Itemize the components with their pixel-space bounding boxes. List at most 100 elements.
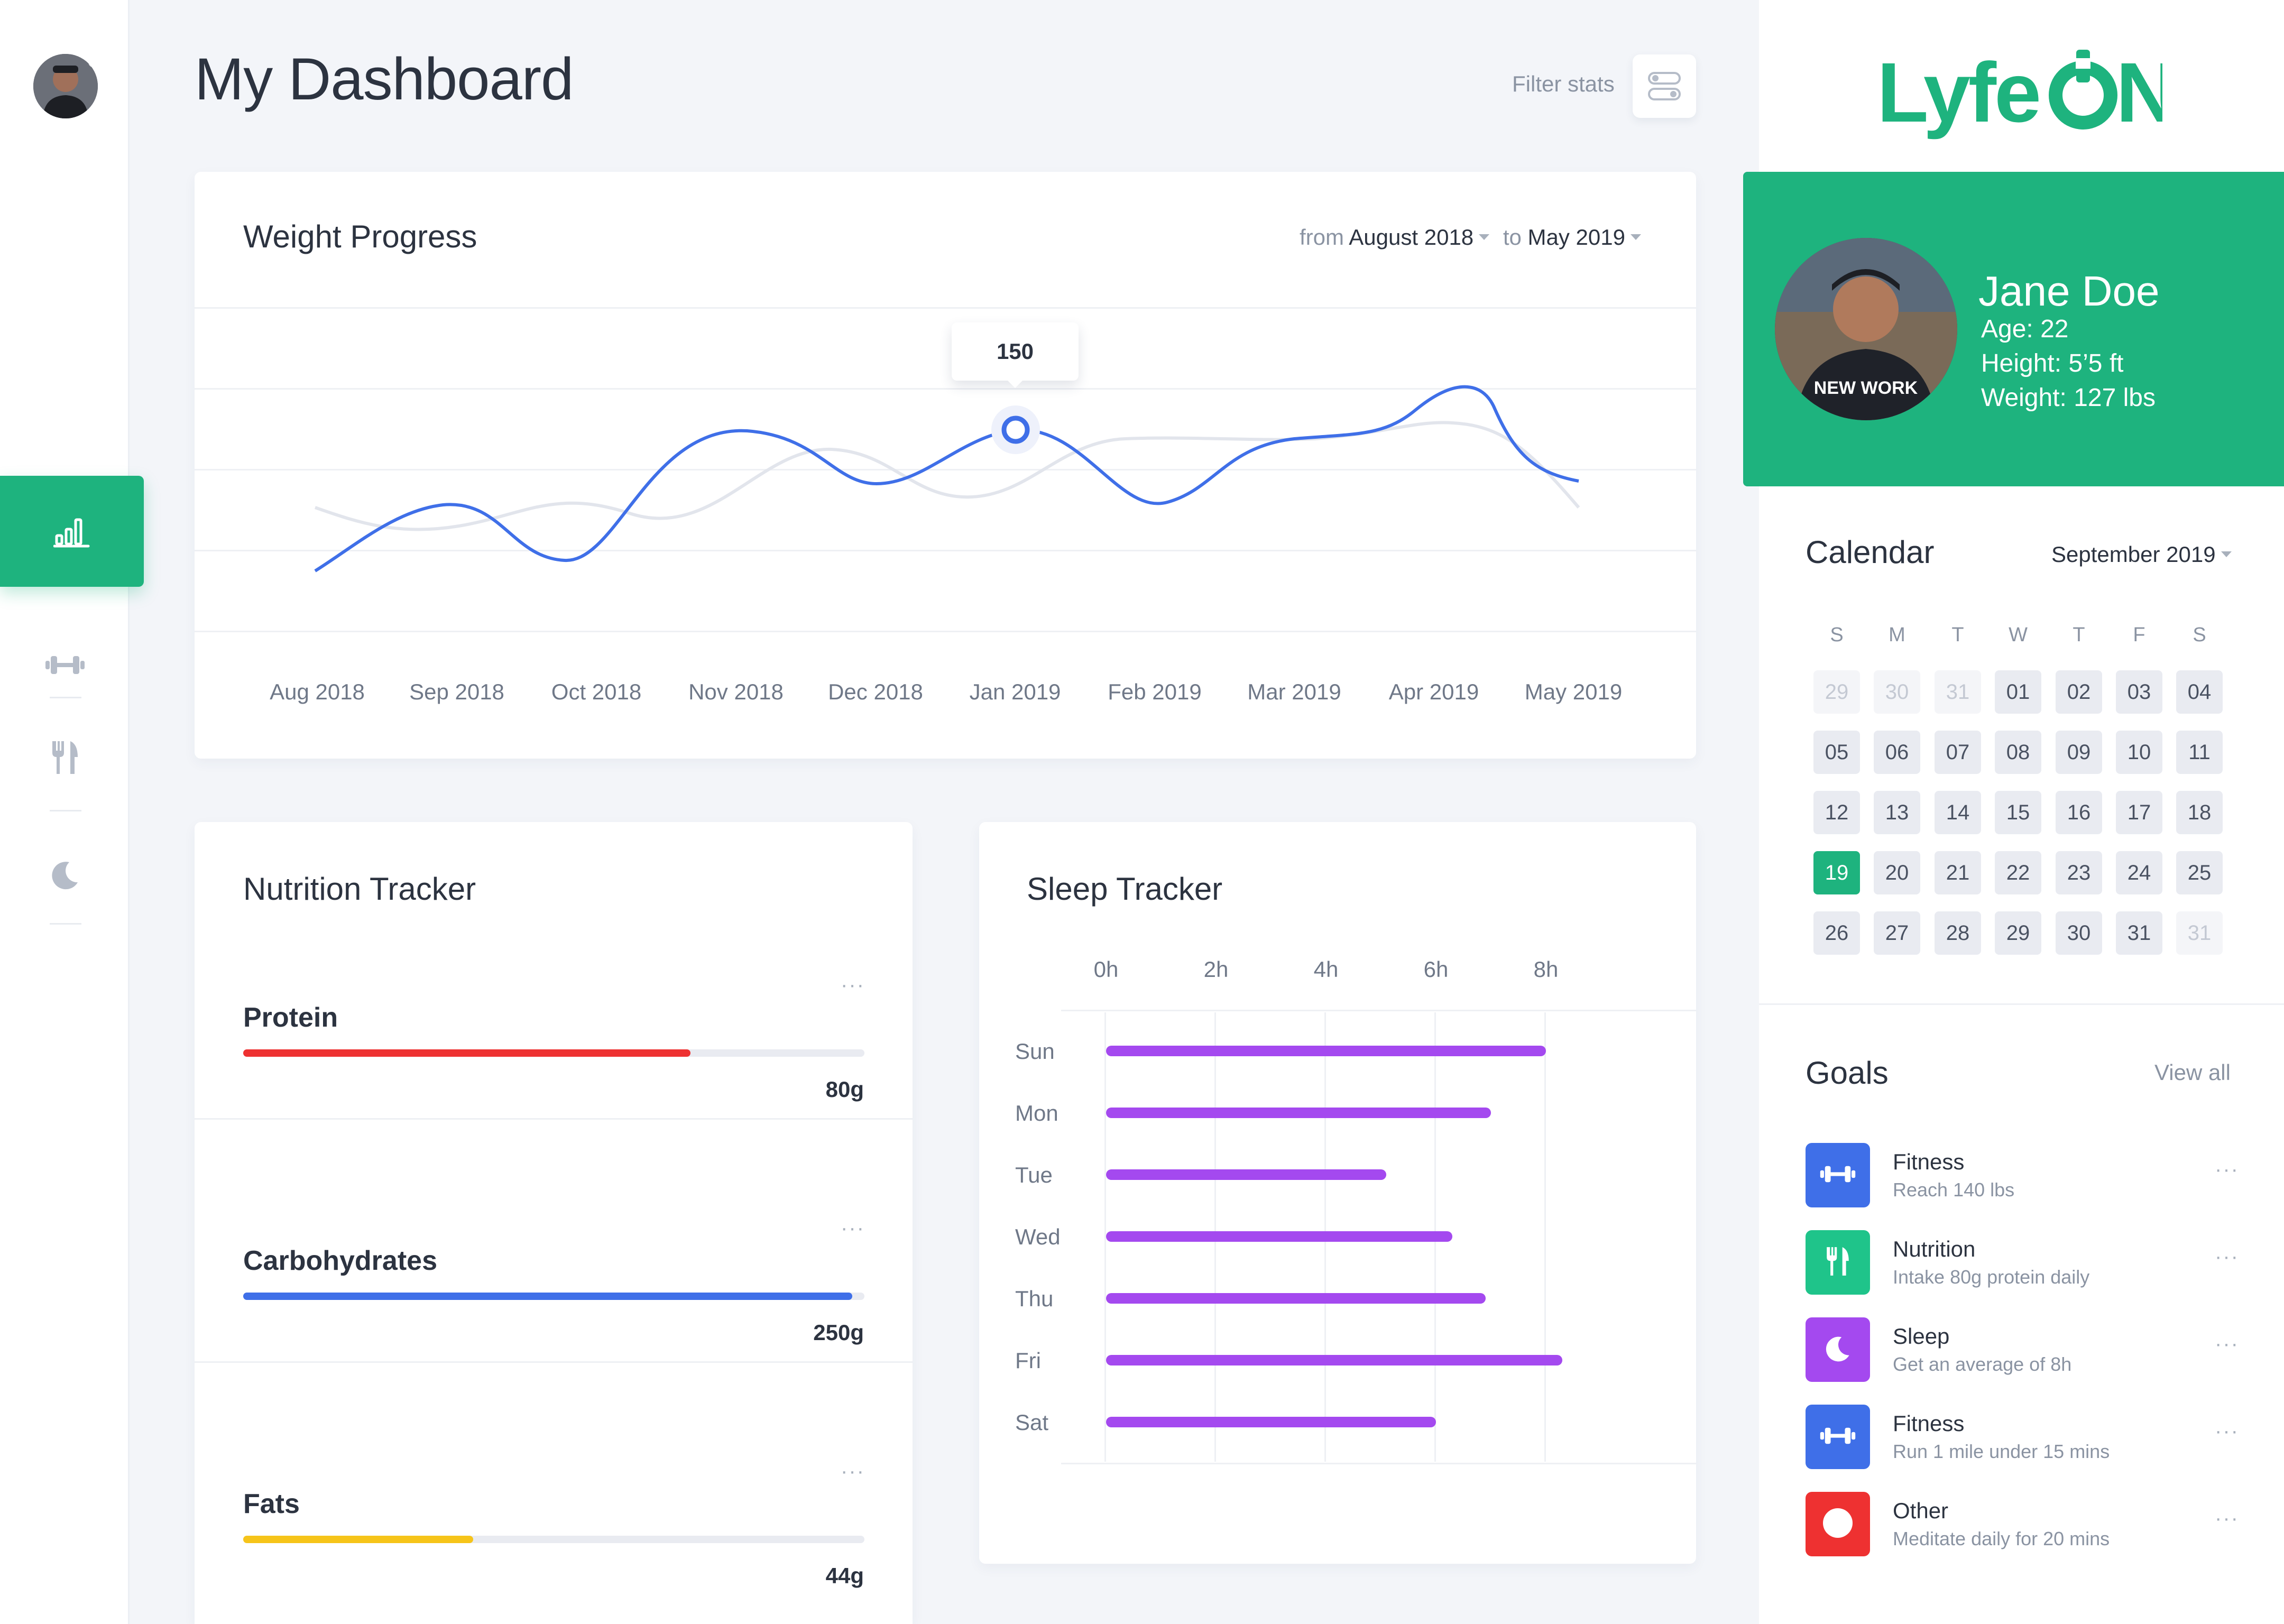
calendar-day[interactable]: 09 (2056, 731, 2102, 774)
calendar-day[interactable]: 26 (1813, 911, 1860, 955)
goal-icon-badge (1806, 1230, 1870, 1295)
x-tick-label: Sep 2018 (409, 679, 504, 704)
nav-nutrition[interactable] (37, 730, 93, 785)
sleep-bar[interactable] (1106, 1417, 1436, 1427)
filter-stats-button[interactable] (1633, 54, 1696, 118)
more-options-icon[interactable]: ··· (2215, 1419, 2239, 1443)
weekday-label: T (2073, 624, 2085, 646)
month-select[interactable]: September 2019 (2051, 542, 2239, 567)
more-options-icon[interactable]: ··· (2215, 1245, 2239, 1269)
calendar-day[interactable]: 06 (1874, 731, 1920, 774)
goal-item[interactable]: Nutrition Intake 80g protein daily ··· (1806, 1230, 2239, 1299)
profile-name: Jane Doe (1978, 267, 2160, 315)
calendar-day: 31 (1935, 670, 1981, 714)
more-options-icon[interactable]: ··· (841, 1460, 865, 1483)
calendar-day[interactable]: 01 (1995, 670, 2041, 714)
x-tick-label: Aug 2018 (270, 679, 365, 704)
goal-item[interactable]: Sleep Get an average of 8h ··· (1806, 1317, 2239, 1386)
goal-item[interactable]: Other Meditate daily for 20 mins ··· (1806, 1492, 2239, 1561)
calendar-day[interactable]: 27 (1874, 911, 1920, 955)
section-divider (1759, 1003, 2284, 1005)
nav-fitness[interactable] (37, 637, 93, 693)
calendar-day[interactable]: 24 (2116, 851, 2162, 894)
nav-sleep[interactable] (37, 847, 93, 902)
hour-label: 4h (1313, 957, 1339, 982)
calendar-day[interactable]: 20 (1874, 851, 1920, 894)
left-rail (0, 0, 144, 1624)
more-options-icon[interactable]: ··· (2215, 1332, 2239, 1356)
online-status-dot (88, 56, 98, 68)
x-tick-label: Jan 2019 (969, 679, 1061, 704)
calendar-day[interactable]: 07 (1935, 731, 1981, 774)
calendar-day[interactable]: 13 (1874, 791, 1920, 834)
day-label: Tue (1015, 1162, 1053, 1187)
calendar-day[interactable]: 18 (2176, 791, 2223, 834)
goal-subtitle: Get an average of 8h (1893, 1353, 2072, 1375)
calendar-day[interactable]: 14 (1935, 791, 1981, 834)
filter-stats-label[interactable]: Filter stats (1512, 71, 1615, 97)
more-options-icon[interactable]: ··· (2215, 1158, 2239, 1182)
sleep-bar[interactable] (1106, 1046, 1546, 1056)
profile-image: NEW WORK (1775, 238, 1957, 420)
goal-icon-badge (1806, 1405, 1870, 1469)
calendar-day[interactable]: 30 (2056, 911, 2102, 955)
calendar-day[interactable]: 21 (1935, 851, 1981, 894)
calendar-day[interactable]: 23 (2056, 851, 2102, 894)
calendar-day[interactable]: 17 (2116, 791, 2162, 834)
goals-title: Goals (1806, 1055, 1889, 1091)
profile-photo: NEW WORK (1775, 238, 1957, 420)
sleep-bar[interactable] (1106, 1169, 1387, 1180)
day-label: Sat (1015, 1410, 1049, 1435)
profile-card: NEW WORK Jane Doe Age: 22 Height: 5’5 ft… (1743, 172, 2284, 486)
sleep-bar[interactable] (1106, 1231, 1453, 1242)
more-options-icon[interactable]: ··· (2215, 1507, 2239, 1530)
sleep-bar[interactable] (1106, 1293, 1486, 1304)
rail-divider (50, 923, 81, 925)
goal-item[interactable]: Fitness Reach 140 lbs ··· (1806, 1143, 2239, 1212)
x-tick-label: Mar 2019 (1247, 679, 1341, 704)
calendar-day[interactable]: 12 (1813, 791, 1860, 834)
calendar-day[interactable]: 11 (2176, 731, 2223, 774)
calendar-day[interactable]: 08 (1995, 731, 2041, 774)
user-avatar[interactable] (33, 54, 98, 118)
sleep-bar[interactable] (1106, 1355, 1563, 1365)
calendar-day[interactable]: 15 (1995, 791, 2041, 834)
calendar-day[interactable]: 10 (2116, 731, 2162, 774)
brand-logo[interactable]: Lyfe N (1877, 42, 2177, 151)
calendar-day[interactable]: 05 (1813, 731, 1860, 774)
sleep-bar[interactable] (1106, 1108, 1491, 1118)
nutrition-row-fats: ··· Fats 44g (195, 1308, 913, 1588)
highlight-point[interactable] (1001, 416, 1030, 444)
more-options-icon[interactable]: ··· (841, 973, 865, 997)
profile-height: Height: 5’5 ft (1981, 349, 2124, 377)
calendar-day[interactable]: 31 (2116, 911, 2162, 955)
progress-track (243, 1049, 864, 1057)
hour-grid-line (1544, 1012, 1546, 1462)
calendar-day[interactable]: 03 (2116, 670, 2162, 714)
view-all-link[interactable]: View all (2154, 1060, 2231, 1085)
more-options-icon[interactable]: ··· (841, 1216, 865, 1240)
calendar-day-selected[interactable]: 19 (1813, 851, 1860, 894)
calendar-day[interactable]: 22 (1995, 851, 2041, 894)
goal-title: Other (1893, 1498, 1949, 1523)
circle-icon (1822, 1507, 1854, 1542)
weekday-label: S (2193, 624, 2206, 646)
calendar-day[interactable]: 02 (2056, 670, 2102, 714)
calendar-day[interactable]: 25 (2176, 851, 2223, 894)
calendar-day[interactable]: 16 (2056, 791, 2102, 834)
goal-icon-badge (1806, 1143, 1870, 1207)
calendar-day: 29 (1813, 670, 1860, 714)
calendar-day[interactable]: 28 (1935, 911, 1981, 955)
goal-item[interactable]: Fitness Run 1 mile under 15 mins ··· (1806, 1405, 2239, 1473)
svg-text:N: N (2116, 45, 2162, 140)
nav-stats[interactable] (0, 476, 144, 587)
tooltip-value: 150 (996, 339, 1034, 364)
calendar-day: 31 (2176, 911, 2223, 955)
goal-subtitle: Intake 80g protein daily (1893, 1266, 2090, 1288)
calendar-day[interactable]: 29 (1995, 911, 2041, 955)
profile-age: Age: 22 (1981, 315, 2069, 343)
calendar-day[interactable]: 04 (2176, 670, 2223, 714)
fork-knife-icon (1824, 1245, 1852, 1280)
comparison-series-line (315, 421, 1580, 531)
goal-title: Nutrition (1893, 1237, 1976, 1261)
